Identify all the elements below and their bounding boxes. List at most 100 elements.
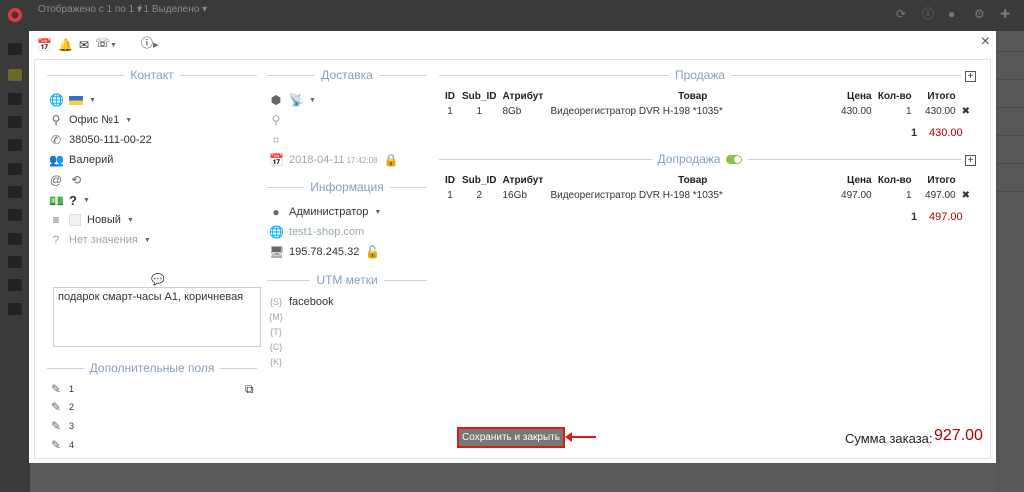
box-icon: ⬢ [270, 93, 282, 107]
utm-term-row[interactable]: {T} [269, 327, 283, 337]
manager-row[interactable]: ● Администратор ▼ [269, 205, 381, 219]
extra-field-1[interactable]: ✎ 1 [49, 382, 74, 396]
status-color-box [69, 214, 81, 226]
delivery-barcode-row[interactable]: ⌗ [269, 133, 283, 148]
delivery-address-row[interactable]: ⚲ [269, 113, 283, 127]
nav-chart-icon[interactable] [8, 209, 22, 221]
bell-icon[interactable]: 🔔 [58, 39, 73, 51]
nav-monitor-icon[interactable] [8, 43, 22, 55]
upsale-section-title: Допродажа [439, 152, 961, 166]
nav-sliders-icon[interactable] [8, 233, 22, 245]
table-row[interactable]: 1 1 8Gb Видеорегистратор DVR H-198 *1035… [441, 103, 973, 119]
product-link[interactable]: Видеорегистратор DVR H-198 *1035* [547, 187, 838, 203]
list-icon: ≡ [52, 213, 60, 227]
close-icon[interactable]: × [981, 33, 990, 51]
nav-bank-icon[interactable] [8, 116, 22, 128]
phone-icon: ✆ [50, 133, 62, 147]
plus-icon[interactable]: ✚ [1000, 8, 1012, 20]
info-icon[interactable]: ⓘ▶ [141, 37, 158, 52]
utm-source-icon: {S} [269, 297, 282, 307]
globe-icon: 🌐 [269, 225, 284, 239]
mail-icon[interactable]: ✉ [79, 39, 89, 51]
pencil-icon: ✎ [50, 419, 62, 433]
upsale-toggle[interactable] [726, 154, 743, 164]
delete-row-icon[interactable]: ✖ [959, 187, 973, 203]
pencil-icon: ✎ [50, 382, 62, 396]
chevron-down-icon: ▼ [125, 116, 133, 124]
nav-help-icon[interactable] [8, 256, 22, 268]
delete-row-icon[interactable]: ✖ [959, 103, 973, 119]
nav-chat-icon[interactable] [8, 163, 22, 175]
office-row[interactable]: ⚲ Офис №1 ▼ [49, 113, 133, 127]
nav-orders-icon[interactable] [8, 69, 22, 81]
utm-source-value: facebook [289, 296, 334, 308]
utm-content-icon: {C} [269, 342, 283, 352]
delivery-section-title: Доставка [267, 68, 428, 82]
comment-icon[interactable]: 💬 [151, 273, 165, 286]
calendar-icon[interactable]: 📅 [37, 39, 52, 51]
info-icon[interactable]: ⓘ [922, 8, 934, 20]
utm-campaign-row[interactable]: {K} [269, 357, 283, 367]
phone-icon[interactable]: ☏▼ [95, 37, 117, 52]
product-link[interactable]: Видеорегистратор DVR H-198 *1035* [547, 103, 838, 119]
order-total-value: 927.00 [934, 427, 983, 444]
modal-header: 📅 🔔 ✉ ☏▼ ⓘ▶ × [29, 31, 996, 57]
refresh-icon[interactable]: ⟳ [896, 8, 908, 20]
table-row[interactable]: 1 2 16Gb Видеорегистратор DVR H-198 *103… [441, 187, 973, 203]
sale-sum-total: 430.00 [929, 127, 963, 139]
contact-section-title: Контакт [47, 68, 257, 82]
unlock-icon[interactable]: 🔓 [365, 245, 380, 259]
utm-medium-icon: {M} [269, 312, 283, 322]
country-row[interactable]: 🌐 ▼ [49, 93, 96, 107]
comment-textarea[interactable]: подарок смарт-часы A1, коричневая [53, 287, 261, 347]
pencil-icon: ✎ [50, 400, 62, 414]
satellite-icon: 📡 [289, 93, 304, 107]
background-table-edge [996, 31, 1024, 492]
sale-section-title: Продажа [439, 68, 961, 82]
utm-content-row[interactable]: {C} [269, 342, 283, 352]
nav-card-icon[interactable] [8, 303, 22, 315]
external-link-icon[interactable]: ⧉ [245, 382, 254, 397]
barcode-icon: ⌗ [272, 133, 280, 147]
sale-table: ID Sub_ID Атрибут Товар Цена Кол-во Итог… [441, 89, 973, 119]
utm-source-row[interactable]: {S} facebook [269, 296, 334, 308]
utm-medium-row[interactable]: {M} [269, 312, 283, 322]
pencil-icon: ✎ [50, 438, 62, 452]
delivery-date: 2018-04-11 [289, 154, 345, 166]
payment-row[interactable]: 💵 ? ▼ [49, 193, 90, 208]
user-icon: ● [272, 205, 280, 219]
nav-heart-icon[interactable] [8, 279, 22, 291]
delivery-time: 17:42:08 [346, 155, 378, 165]
phone-row[interactable]: ✆ 38050-111-00-22 [49, 133, 152, 147]
lock-icon[interactable]: 🔒 [384, 153, 399, 167]
no-value-label: Нет значения [69, 234, 138, 246]
save-and-close-button[interactable]: Сохранить и закрыть [457, 427, 565, 448]
monitor-icon: 🖥 [269, 245, 285, 259]
extra-field-4[interactable]: ✎ 4 [49, 438, 74, 452]
app-logo [8, 8, 22, 22]
delivery-method-row[interactable]: ⬢ 📡 ▼ [269, 93, 316, 107]
nav-box-icon[interactable] [8, 139, 22, 151]
extra-field-3[interactable]: ✎ 3 [49, 419, 74, 433]
people-icon: 👥 [49, 153, 64, 167]
nav-users-icon[interactable] [8, 93, 22, 105]
extra-field-2[interactable]: ✎ 2 [49, 400, 74, 414]
add-upsale-item-icon[interactable]: + [965, 155, 976, 166]
app-topbar: Отображено с 1 по 1 ▾ / 1 Выделено ▾ ⟳ ⓘ… [0, 0, 1024, 31]
upsale-table-header: ID Sub_ID Атрибут Товар Цена Кол-во Итог… [445, 174, 956, 186]
utm-section-title: UTM метки [267, 273, 427, 287]
email-row[interactable]: @ ⟲ [49, 173, 83, 187]
name-row[interactable]: 👥 Валерий [49, 153, 113, 167]
sync-icon[interactable]: ⟲ [69, 173, 83, 187]
upsale-sum-qty: 1 [911, 211, 918, 223]
chevron-down-icon: ▼ [374, 208, 382, 216]
upsale-sum-total: 497.00 [929, 211, 963, 223]
extra-status-row[interactable]: ? Нет значения ▼ [49, 233, 151, 247]
status-row[interactable]: ≡ Новый ▼ [49, 213, 133, 227]
ip-value: 195.78.245.32 [289, 246, 360, 258]
nav-truck-icon[interactable] [8, 186, 22, 198]
gear-icon[interactable]: ⚙ [974, 8, 986, 20]
user-icon[interactable]: ● [948, 8, 960, 20]
delivery-date-row[interactable]: 📅 2018-04-11 17:42:08 🔒 [269, 153, 399, 167]
add-sale-item-icon[interactable]: + [965, 71, 976, 82]
